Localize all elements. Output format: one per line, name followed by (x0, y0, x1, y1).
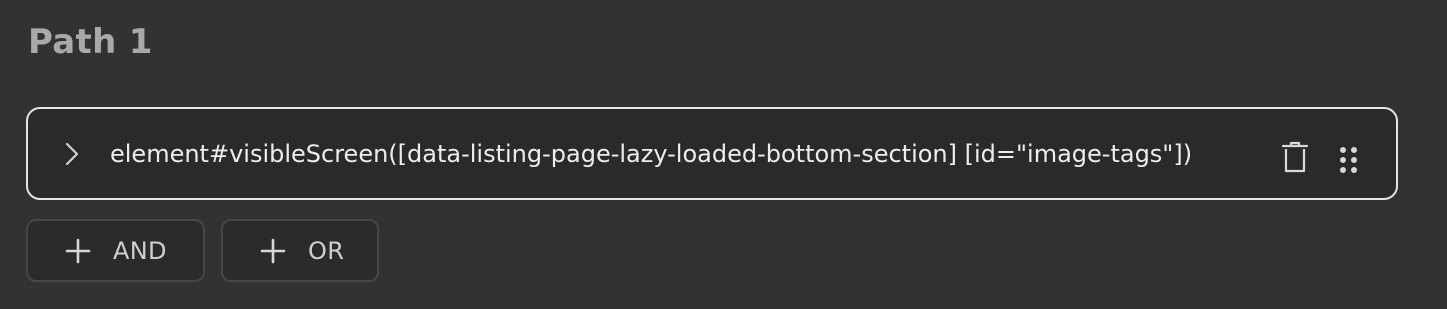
chevron-right-icon[interactable] (58, 134, 86, 174)
condition-row[interactable]: element#visibleScreen([data-listing-page… (26, 107, 1398, 200)
or-label: OR (308, 236, 345, 265)
drag-handle-icon[interactable] (1337, 145, 1361, 175)
condition-expression: element#visibleScreen([data-listing-page… (110, 140, 1193, 168)
rule-editor: Path 1 element#visibleScreen([data-listi… (0, 0, 1447, 309)
plus-icon (65, 238, 91, 264)
plus-icon (260, 238, 286, 264)
add-and-button[interactable]: AND (26, 219, 205, 282)
path-title: Path 1 (28, 22, 153, 62)
add-or-button[interactable]: OR (221, 219, 379, 282)
and-label: AND (113, 236, 167, 265)
trash-icon[interactable] (1280, 140, 1314, 174)
